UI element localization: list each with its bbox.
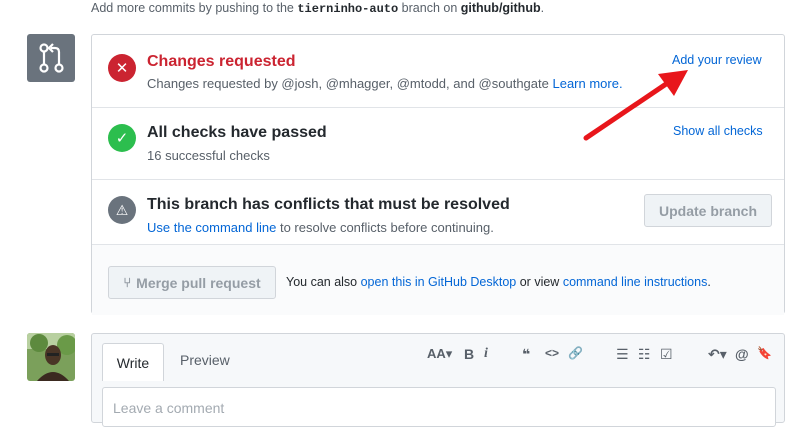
comment-textarea[interactable]: Leave a comment [102,387,776,427]
review-status-title: Changes requested [147,53,296,70]
task-list-icon[interactable]: ☑ [660,346,673,363]
merge-action-row: ⑂ Merge pull request You can also open t… [92,245,784,315]
link-icon[interactable]: 🔗 [568,346,583,360]
quote-icon[interactable]: ❝ [522,346,530,363]
repo-name: github/github [460,1,541,15]
conflicts-subtitle: Use the command line to resolve conflict… [147,220,494,235]
tab-write[interactable]: Write [102,343,164,381]
tab-preview[interactable]: Preview [180,352,230,368]
mention-icon[interactable]: @ [735,346,749,362]
x-icon: ✕ [108,54,136,82]
bookmark-icon[interactable]: 🔖 [757,346,772,360]
text-size-icon[interactable]: AA▾ [427,346,452,362]
italic-icon[interactable]: i [484,346,488,362]
open-github-desktop-link[interactable]: open this in GitHub Desktop [361,275,517,289]
git-merge-icon: ⑂ [123,275,132,290]
conflicts-status-row: ⚠ This branch has conflicts that must be… [92,180,784,245]
merge-pull-request-button[interactable]: ⑂ Merge pull request [108,266,276,299]
code-icon[interactable]: <> [545,346,559,360]
use-command-line-link[interactable]: Use the command line [147,220,276,235]
command-line-instructions-link[interactable]: command line instructions [563,275,708,289]
alert-icon: ⚠ [108,196,136,224]
avatar[interactable] [27,333,75,381]
bold-icon[interactable]: B [464,346,474,362]
check-icon: ✓ [108,124,136,152]
reply-icon[interactable]: ↶▾ [708,346,727,363]
pull-request-icon [27,34,75,82]
push-note: Add more commits by pushing to the tiern… [91,1,545,16]
ordered-list-icon[interactable]: ☷ [638,346,651,363]
branch-name: tierninho-auto [297,2,399,16]
conflicts-title: This branch has conflicts that must be r… [147,196,510,213]
checks-status-subtitle: 16 successful checks [147,148,270,163]
update-branch-button[interactable]: Update branch [644,194,772,227]
annotation-arrow-icon [583,70,688,141]
checks-status-title: All checks have passed [147,124,327,141]
review-status-subtitle: Changes requested by @josh, @mhagger, @m… [147,76,623,91]
unordered-list-icon[interactable]: ☰ [616,346,629,363]
merge-alternatives-text: You can also open this in GitHub Desktop… [286,275,711,289]
